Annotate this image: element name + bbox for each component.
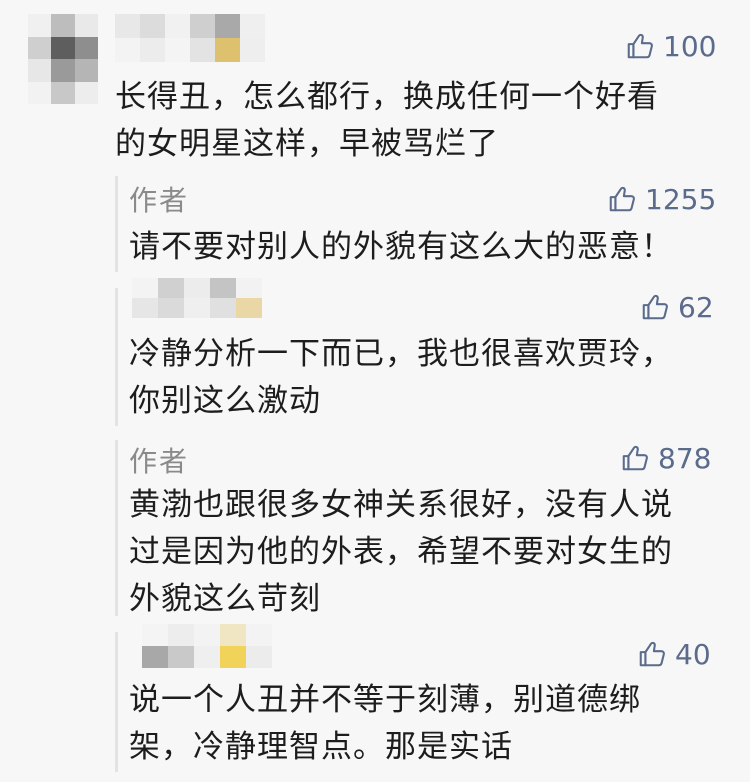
comment-line: 长得丑，怎么都行，换成任何一个好看 [115,79,659,115]
like-button[interactable]: 100 [625,26,716,66]
like-button[interactable]: 40 [637,634,711,674]
reply-divider [115,176,118,272]
author-tag: 作者 [129,445,190,478]
like-count: 40 [675,637,711,671]
reply-line: 冷静分析一下而已，我也很喜欢贾玲， [129,336,673,372]
reply-text: 说一个人丑并不等于刻薄，别道德绑 架，冷静理智点。那是实话 [129,677,641,771]
username-censored[interactable] [142,624,272,668]
like-count: 62 [678,290,714,324]
thumbs-up-icon [620,443,650,473]
thumbs-up-icon [637,639,667,669]
reply-divider [115,632,118,772]
reply-divider [115,288,118,426]
reply-divider [115,440,118,616]
like-count: 100 [663,29,717,63]
reply-line: 过是因为他的外表，希望不要对女生的 [129,534,673,570]
like-button[interactable]: 62 [640,287,714,327]
author-tag: 作者 [129,184,190,217]
reply-text: 黄渤也跟很多女神关系很好，没有人说 过是因为他的外表，希望不要对女生的 外貌这么… [129,482,673,623]
reply-line: 外貌这么苛刻 [129,581,321,617]
comment-text: 长得丑，怎么都行，换成任何一个好看 的女明星这样，早被骂烂了 [115,74,659,168]
thumbs-up-icon [607,184,637,214]
username-censored[interactable] [115,14,265,62]
comment-line: 的女明星这样，早被骂烂了 [115,126,499,162]
reply-text: 冷静分析一下而已，我也很喜欢贾玲， 你别这么激动 [129,331,673,425]
like-button[interactable]: 878 [620,438,711,478]
like-count: 1255 [645,182,717,216]
reply-line: 请不要对别人的外貌有这么大的恶意！ [129,229,673,265]
reply-line: 黄渤也跟很多女神关系很好，没有人说 [129,487,673,523]
avatar[interactable] [28,14,98,104]
thumbs-up-icon [625,31,655,61]
like-count: 878 [658,441,712,475]
username-censored[interactable] [132,278,262,318]
reply-line: 架，冷静理智点。那是实话 [129,729,513,765]
reply-line: 说一个人丑并不等于刻薄，别道德绑 [129,682,641,718]
like-button[interactable]: 1255 [607,179,716,219]
thumbs-up-icon [640,292,670,322]
reply-text: 请不要对别人的外貌有这么大的恶意！ [129,224,673,271]
reply-line: 你别这么激动 [129,383,321,419]
